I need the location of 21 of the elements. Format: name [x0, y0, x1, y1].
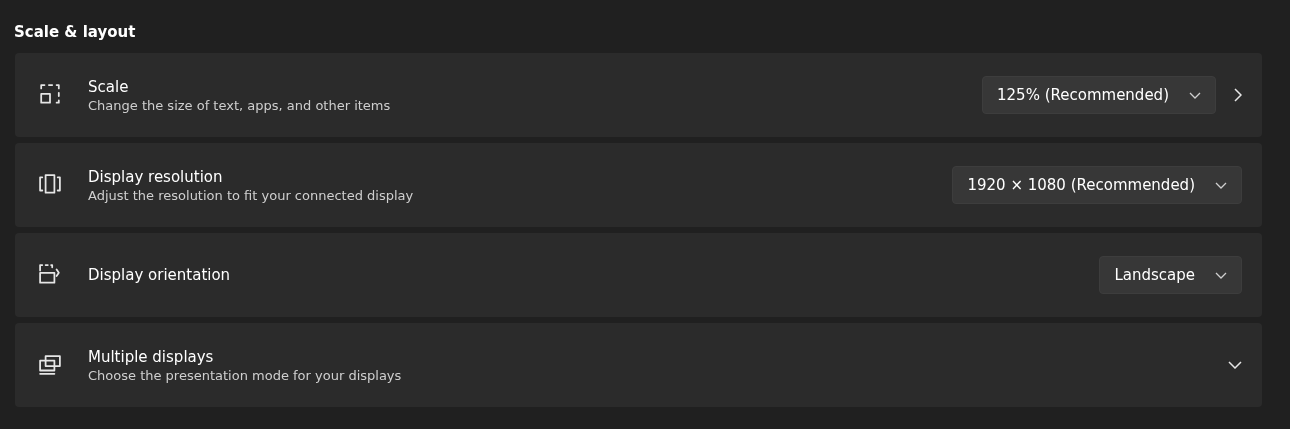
dropdown[interactable]: Landscape: [1099, 256, 1242, 294]
setting-card[interactable]: Scale Change the size of text, apps, and other items 125% (Recommended): [15, 53, 1262, 137]
chevron-right-icon[interactable]: [1234, 88, 1242, 102]
scale-icon: [39, 84, 61, 106]
setting-card[interactable]: Display orientation Landscape: [15, 233, 1262, 317]
setting-title: Multiple displays: [88, 347, 215, 366]
setting-card[interactable]: Multiple displays Choose the presentation mode for your displays: [15, 323, 1262, 407]
setting-description: Adjust the resolution to fit your connected display: [88, 187, 415, 203]
setting-title: Display orientation: [88, 266, 232, 284]
dropdown[interactable]: 1920 × 1080 (Recommended): [952, 166, 1242, 204]
setting-title: Display resolution: [88, 167, 224, 186]
monitors-icon: [39, 354, 61, 376]
rotate-icon: [39, 264, 61, 286]
section-title: Scale & layout: [14, 23, 136, 41]
setting-description: Choose the presentation mode for your displays: [88, 367, 403, 383]
chevron-down-icon[interactable]: [1228, 361, 1242, 369]
resolution-icon: [39, 174, 61, 196]
dropdown[interactable]: 125% (Recommended): [982, 76, 1216, 114]
setting-title: Scale: [88, 77, 130, 96]
setting-card[interactable]: Display resolution Adjust the resolution to fit your connected display 1920 × 1080 (Recommended): [15, 143, 1262, 227]
setting-description: Change the size of text, apps, and other items: [88, 97, 392, 113]
